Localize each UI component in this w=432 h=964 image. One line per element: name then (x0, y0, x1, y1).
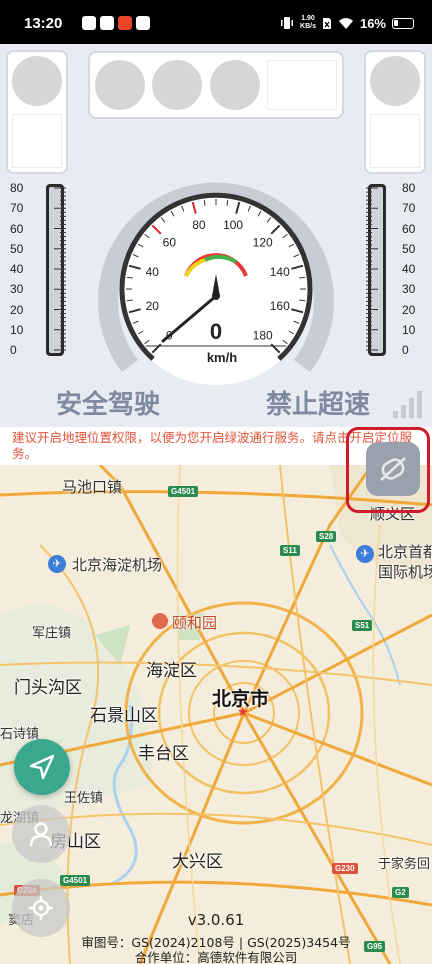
map-partner: 合作单位：高德软件有限公司 (134, 950, 298, 964)
status-bar: 13:20 1.90 KB/s 16% (0, 0, 432, 44)
highlight-box (346, 427, 430, 513)
app-notification-icon (100, 16, 114, 30)
map-label: 马池口镇 (62, 478, 123, 496)
road-badge: S51 (352, 620, 373, 631)
gauge-tick-label: 140 (270, 265, 290, 279)
slogan-no-speeding: 禁止超速 (266, 390, 371, 420)
dashboard: 80706050403020100 80706050403020100 0204… (0, 44, 432, 427)
airport-icon: ✈ (356, 545, 374, 563)
app-version: v3.0.61 (187, 911, 245, 929)
airport-icon: ✈ (48, 555, 66, 573)
no-sim-icon (322, 17, 331, 29)
net-speed-unit: KB/s (300, 23, 316, 30)
road-badge: G230 (332, 863, 358, 874)
gauge-tick-label: 160 (270, 299, 290, 313)
net-speed: 1.90 KB/s (300, 15, 316, 31)
battery-icon (392, 17, 414, 29)
map-label: 颐和园 (172, 614, 218, 632)
map-label: 海淀区 (146, 661, 197, 681)
gauge-tick-label: 40 (146, 265, 160, 279)
speed-value: 0 (210, 319, 222, 344)
speed-unit: km/h (207, 350, 237, 365)
gauge-tick-label: 100 (223, 218, 243, 232)
slogan-safe-driving: 安全驾驶 (56, 390, 161, 420)
message-icon (136, 16, 150, 30)
app-notification-icon (118, 16, 132, 30)
status-time: 13:20 (24, 15, 63, 32)
gauge-tick-label: 60 (163, 235, 177, 249)
gauge-tick-label: 80 (192, 218, 206, 232)
road-badge: G2 (392, 887, 409, 898)
map-roads (0, 465, 432, 964)
gauge-tick-label: 180 (253, 329, 273, 343)
map-label: 门头沟区 (14, 678, 82, 698)
vibrate-icon (281, 17, 294, 29)
user-button[interactable] (12, 805, 70, 863)
scenic-spot-icon (152, 613, 168, 629)
map-label: 国际机场 (378, 563, 432, 581)
gauge-tick-label: 120 (253, 235, 273, 249)
speedometer: 020406080100120140160180 0 km/h (98, 182, 334, 385)
map-view[interactable]: 马池口镇 G4501 S28 顺义区 S11 ✈ 北京海淀机场 ✈ 北京首都 国… (0, 465, 432, 964)
gauge-tick-label: 20 (146, 299, 160, 313)
map-label: 北京海淀机场 (72, 556, 163, 574)
status-indicators: 1.90 KB/s 16% (280, 15, 414, 31)
status-app-icons (82, 16, 150, 30)
net-speed-value: 1.90 (301, 15, 315, 22)
map-label: 王佐镇 (64, 791, 104, 806)
wifi-icon (338, 17, 353, 29)
battery-text: 16% (359, 15, 386, 31)
navigation-arrow-icon (29, 754, 55, 780)
map-label: 石景山区 (90, 706, 158, 726)
map-label: 于家务回 (378, 857, 431, 872)
road-badge: S28 (316, 531, 337, 542)
road-badge: S11 (280, 545, 300, 556)
road-badge: G4501 (60, 875, 91, 886)
signal-strength-icon (393, 391, 422, 418)
map-label: 北京首都 (378, 543, 432, 561)
map-label: 丰台区 (138, 744, 189, 764)
navigate-button[interactable] (14, 739, 70, 795)
map-label: 军庄镇 (32, 626, 72, 641)
app-notification-icon (82, 16, 96, 30)
road-badge: G4501 (168, 486, 199, 497)
map-label: 大兴区 (172, 852, 223, 872)
capital-star-icon: ★ (237, 705, 249, 720)
user-icon (29, 822, 53, 847)
